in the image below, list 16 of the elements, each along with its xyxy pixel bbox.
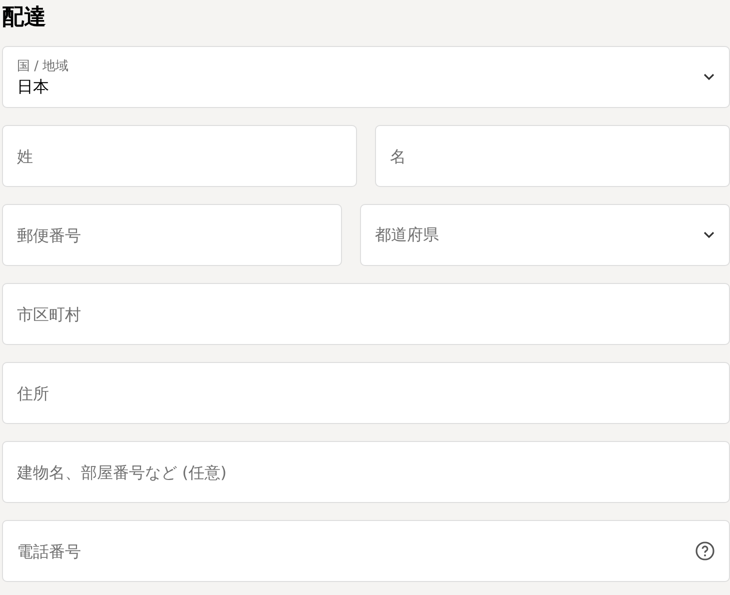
input-field[interactable]: 電話番号 xyxy=(2,520,730,582)
input-field[interactable]: 建物名、部屋番号など (任意) xyxy=(2,441,730,503)
field-label: 国 / 地域 xyxy=(17,58,69,74)
input-field[interactable]: 郵便番号 xyxy=(2,204,342,266)
help-icon[interactable] xyxy=(695,541,715,561)
input-field[interactable]: 姓 xyxy=(2,125,357,187)
input-field[interactable]: 住所 xyxy=(2,362,730,424)
section-heading: 配達 xyxy=(2,4,47,32)
chevron-down-icon xyxy=(703,73,715,81)
field-placeholder: 都道府県 xyxy=(375,224,440,246)
select-field[interactable]: 都道府県 xyxy=(360,204,730,266)
chevron-down-icon xyxy=(703,231,715,239)
select-field[interactable]: 国 / 地域 日本 xyxy=(2,46,730,108)
input-field[interactable]: 市区町村 xyxy=(2,283,730,345)
input-field[interactable]: 名 xyxy=(375,125,730,187)
field-value: 日本 xyxy=(17,76,49,98)
